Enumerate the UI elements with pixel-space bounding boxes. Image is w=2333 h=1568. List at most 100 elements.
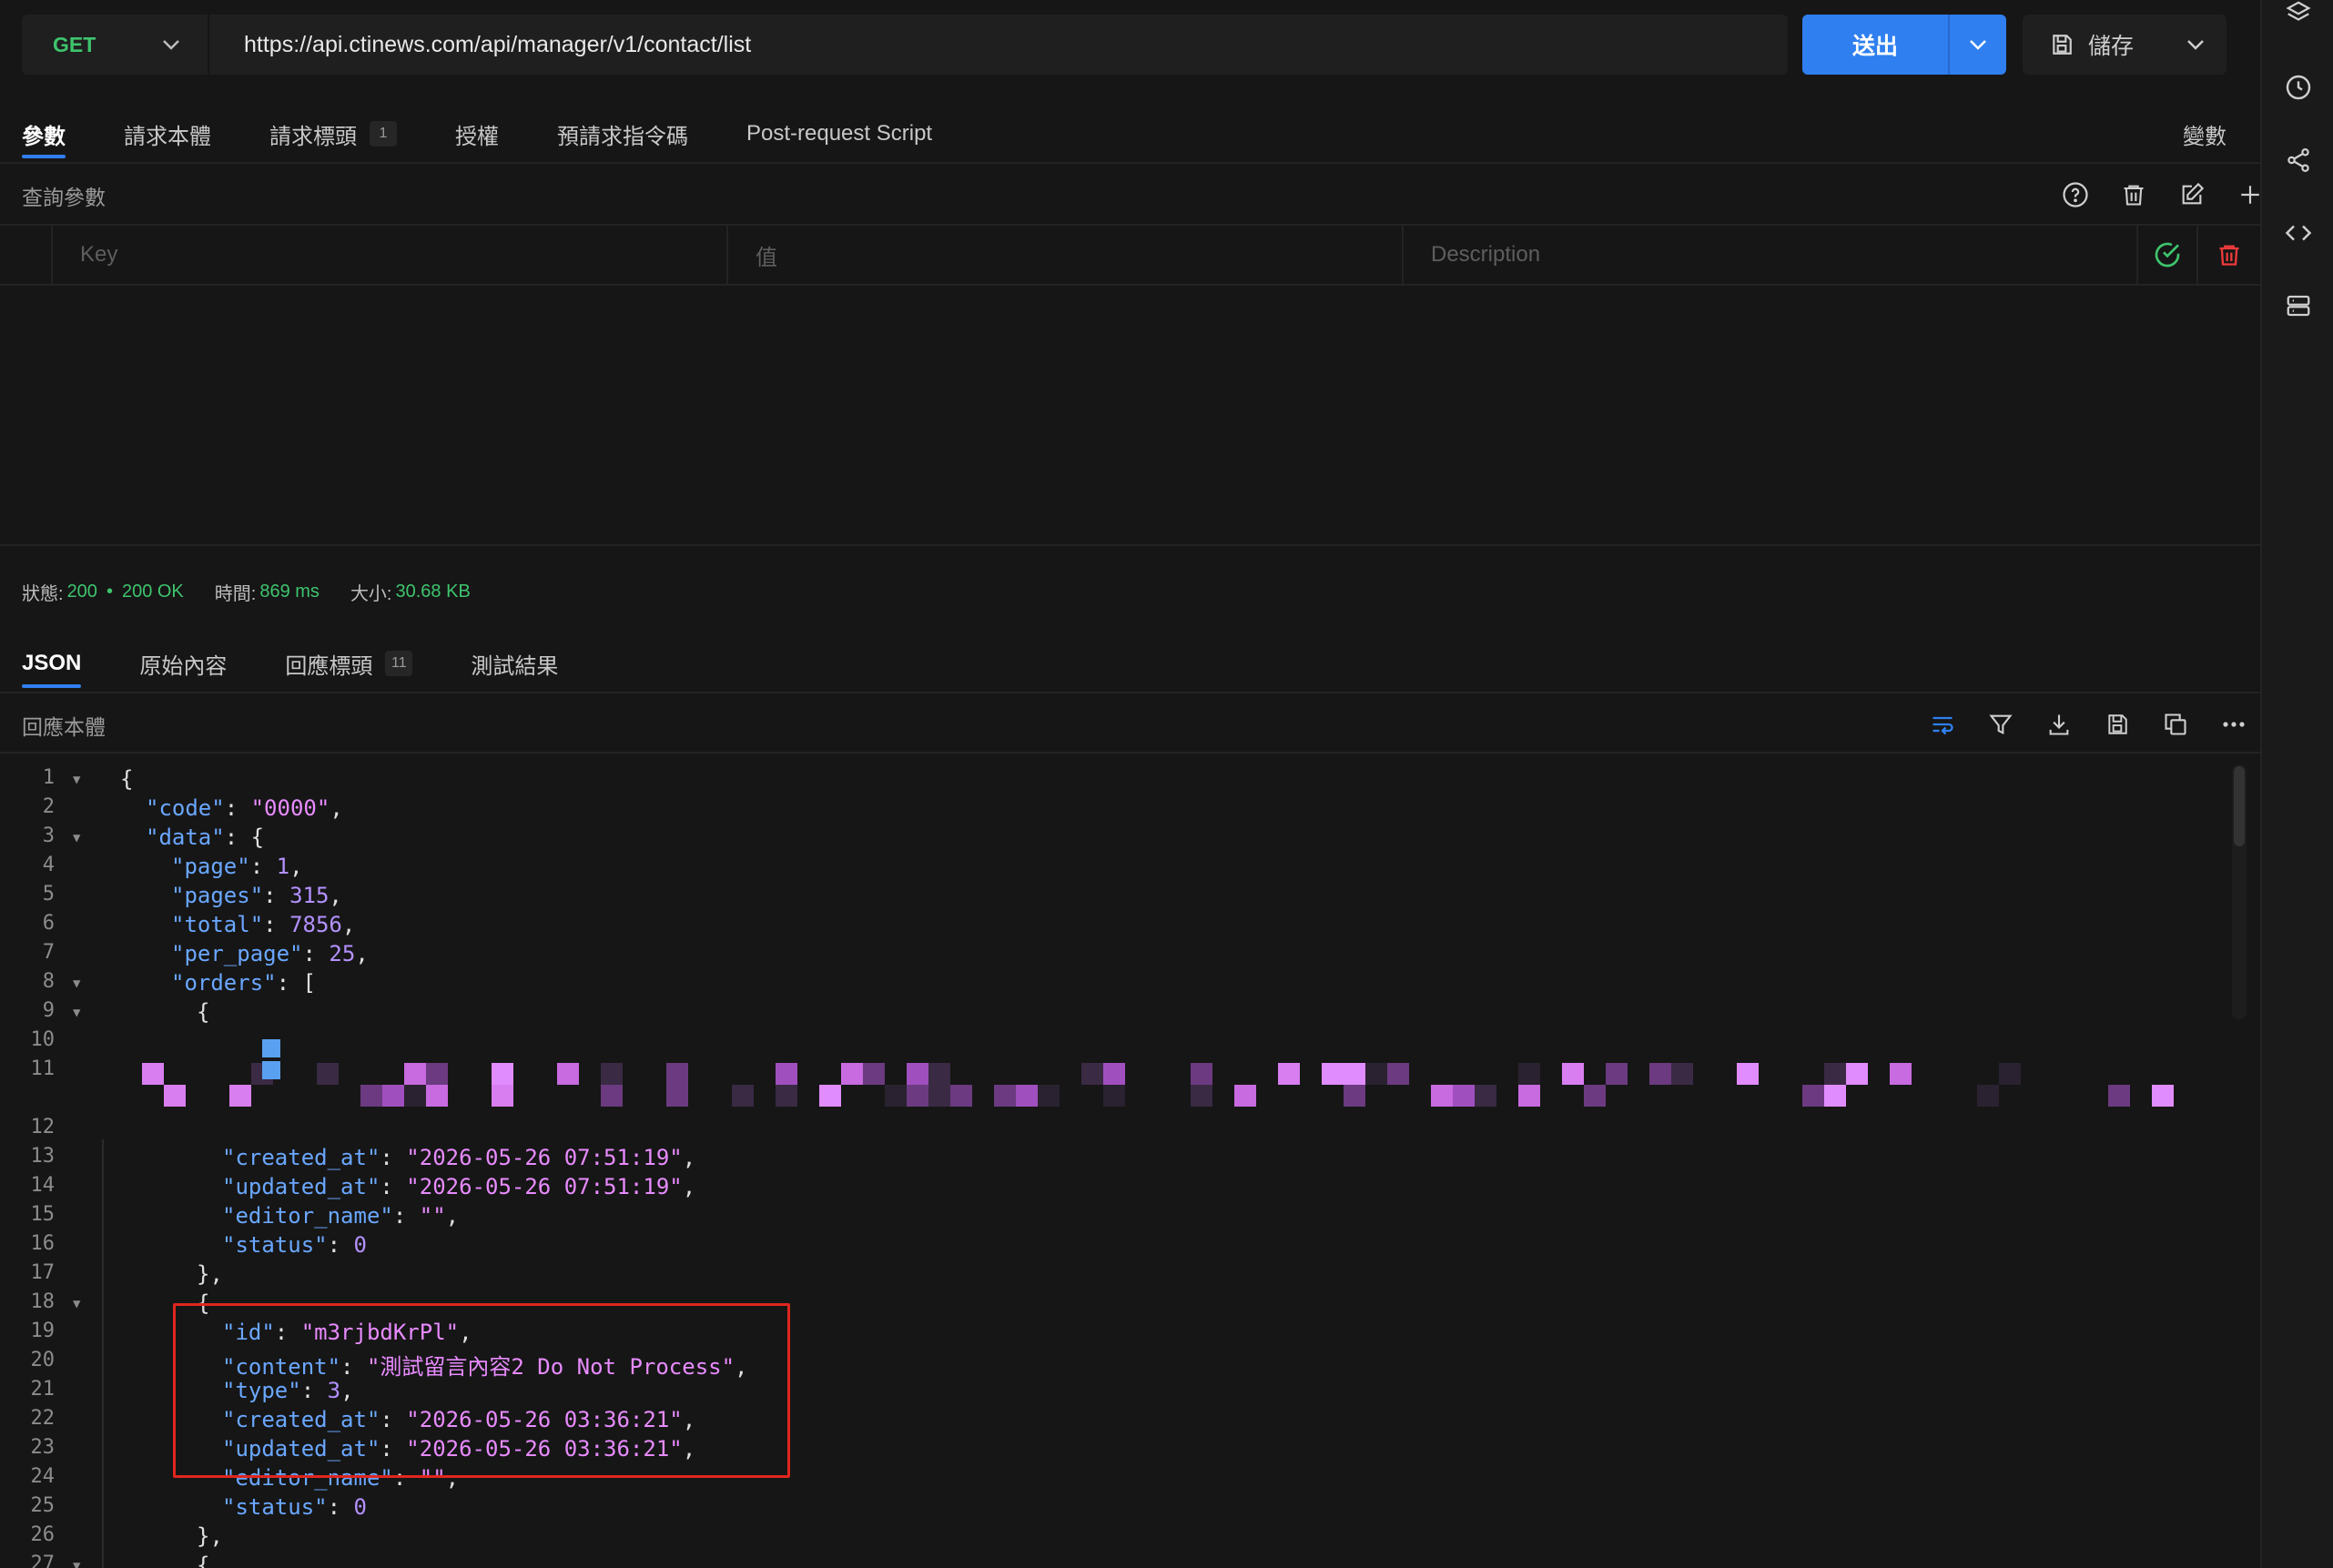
code-token: 1 xyxy=(276,854,290,879)
history-icon[interactable] xyxy=(2280,69,2317,106)
redaction-pixel xyxy=(1191,1063,1212,1085)
filter-icon[interactable] xyxy=(1983,706,2019,743)
redaction-pixel xyxy=(1802,1085,1824,1107)
save-button[interactable]: 儲存 xyxy=(2023,15,2226,75)
code-icon[interactable] xyxy=(2280,215,2317,251)
code-token: : xyxy=(302,941,330,966)
code-token: : xyxy=(380,1174,407,1199)
trash-icon[interactable] xyxy=(2115,177,2152,213)
tab-request-headers[interactable]: 請求標頭 1 xyxy=(269,109,397,158)
line-number: 16 xyxy=(30,1232,56,1255)
code-token: "code" xyxy=(146,795,225,821)
right-sidebar xyxy=(2260,0,2333,1568)
tab-json[interactable]: JSON xyxy=(22,639,82,688)
status-label: 狀態: xyxy=(22,584,64,604)
tab-raw[interactable]: 原始內容 xyxy=(139,639,227,688)
fold-toggle-icon[interactable]: ▼ xyxy=(73,1559,80,1568)
code-line: { xyxy=(120,766,133,792)
redaction-pixel xyxy=(841,1063,863,1085)
redaction-pixel xyxy=(1890,1063,1912,1085)
redaction-pixel xyxy=(262,1061,280,1079)
redaction-pixel xyxy=(732,1085,754,1107)
save-icon xyxy=(2050,33,2074,56)
chevron-down-icon[interactable] xyxy=(2186,35,2205,56)
tab-test-results[interactable]: 測試結果 xyxy=(471,639,558,688)
save-icon[interactable] xyxy=(2099,706,2135,743)
line-number: 27 xyxy=(30,1553,56,1568)
redaction-pixel xyxy=(1322,1063,1344,1085)
code-token: "pages" xyxy=(171,883,264,908)
code-token: "page" xyxy=(171,854,250,879)
line-number: 21 xyxy=(30,1378,56,1401)
redaction-pixel xyxy=(2152,1085,2174,1107)
code-token: "data" xyxy=(146,824,225,850)
redaction-pixel xyxy=(928,1063,950,1085)
edit-icon[interactable] xyxy=(2174,177,2210,213)
url-input[interactable]: https://api.ctinews.com/api/manager/v1/c… xyxy=(209,32,1788,58)
redaction-pixel xyxy=(142,1063,164,1085)
request-tabs: 參數 請求本體 請求標頭 1 授權 預請求指令碼 Post-request Scr… xyxy=(22,109,990,158)
wrap-icon[interactable] xyxy=(1924,706,1961,743)
redaction-pixel xyxy=(1584,1085,1606,1107)
code-token: 0 xyxy=(353,1494,367,1520)
fold-toggle-icon[interactable]: ▼ xyxy=(73,831,80,845)
scrollbar-thumb[interactable] xyxy=(2234,766,2245,846)
params-table: Key 值 Description xyxy=(0,224,2260,286)
code-line: "total": 7856, xyxy=(171,912,355,937)
time-label: 時間: xyxy=(214,584,257,604)
panel-divider[interactable] xyxy=(0,544,2260,546)
fold-toggle-icon[interactable]: ▼ xyxy=(73,1006,80,1020)
code-token: "" xyxy=(419,1203,446,1229)
fold-toggle-icon[interactable]: ▼ xyxy=(73,976,80,991)
redaction-pixel xyxy=(1518,1085,1540,1107)
code-token: "status" xyxy=(222,1494,328,1520)
tab-authorization[interactable]: 授權 xyxy=(455,109,499,158)
code-line: "page": 1, xyxy=(171,854,303,879)
layers-icon[interactable] xyxy=(2280,0,2317,31)
tab-request-body[interactable]: 請求本體 xyxy=(124,109,211,158)
method-select[interactable]: GET xyxy=(22,15,209,75)
redaction-pixel xyxy=(950,1085,972,1107)
redaction-pixel xyxy=(1038,1085,1060,1107)
redaction-pixel xyxy=(1606,1063,1628,1085)
value-input[interactable]: 值 xyxy=(728,226,1404,284)
delete-row-icon[interactable] xyxy=(2198,226,2260,284)
tab-pre-request-script[interactable]: 預請求指令碼 xyxy=(557,109,688,158)
redaction-pixel xyxy=(404,1063,426,1085)
variables-button[interactable]: 變數 xyxy=(2183,109,2226,158)
redaction-pixel xyxy=(1977,1085,1999,1107)
confirm-check-icon[interactable] xyxy=(2138,226,2198,284)
fold-toggle-icon[interactable]: ▼ xyxy=(73,773,80,787)
code-token: { xyxy=(197,999,210,1025)
share-icon[interactable] xyxy=(2280,142,2317,178)
redaction-pixel xyxy=(1191,1085,1212,1107)
description-input[interactable]: Description xyxy=(1404,226,2138,284)
help-icon[interactable] xyxy=(2057,177,2094,213)
code-token: , xyxy=(355,941,369,966)
redaction-pixel xyxy=(1649,1063,1671,1085)
code-token: 25 xyxy=(329,941,356,966)
copy-icon[interactable] xyxy=(2157,706,2194,743)
download-icon[interactable] xyxy=(2041,706,2077,743)
code-line: "status": 0 xyxy=(222,1232,367,1258)
tab-params[interactable]: 參數 xyxy=(22,109,66,158)
code-token: : xyxy=(327,1494,354,1520)
send-options-chevron-icon[interactable] xyxy=(1950,35,2006,56)
key-input[interactable]: Key xyxy=(53,226,728,284)
redaction-pixel xyxy=(1016,1085,1038,1107)
chevron-down-icon xyxy=(162,35,180,56)
line-number: 4 xyxy=(42,854,55,876)
line-number: 7 xyxy=(42,941,55,964)
code-token: : xyxy=(224,795,251,821)
tab-post-request-script[interactable]: Post-request Script xyxy=(746,109,932,158)
redaction-pixel xyxy=(776,1085,797,1107)
tab-response-headers[interactable]: 回應標頭 11 xyxy=(285,639,413,688)
code-token: , xyxy=(329,883,342,908)
redaction-pixel xyxy=(229,1085,251,1107)
send-button[interactable]: 送出 xyxy=(1802,15,2006,75)
redaction-pixel xyxy=(666,1063,688,1085)
more-icon[interactable] xyxy=(2216,706,2252,743)
server-icon[interactable] xyxy=(2280,288,2317,324)
line-number: 25 xyxy=(30,1494,56,1517)
fold-toggle-icon[interactable]: ▼ xyxy=(73,1297,80,1311)
